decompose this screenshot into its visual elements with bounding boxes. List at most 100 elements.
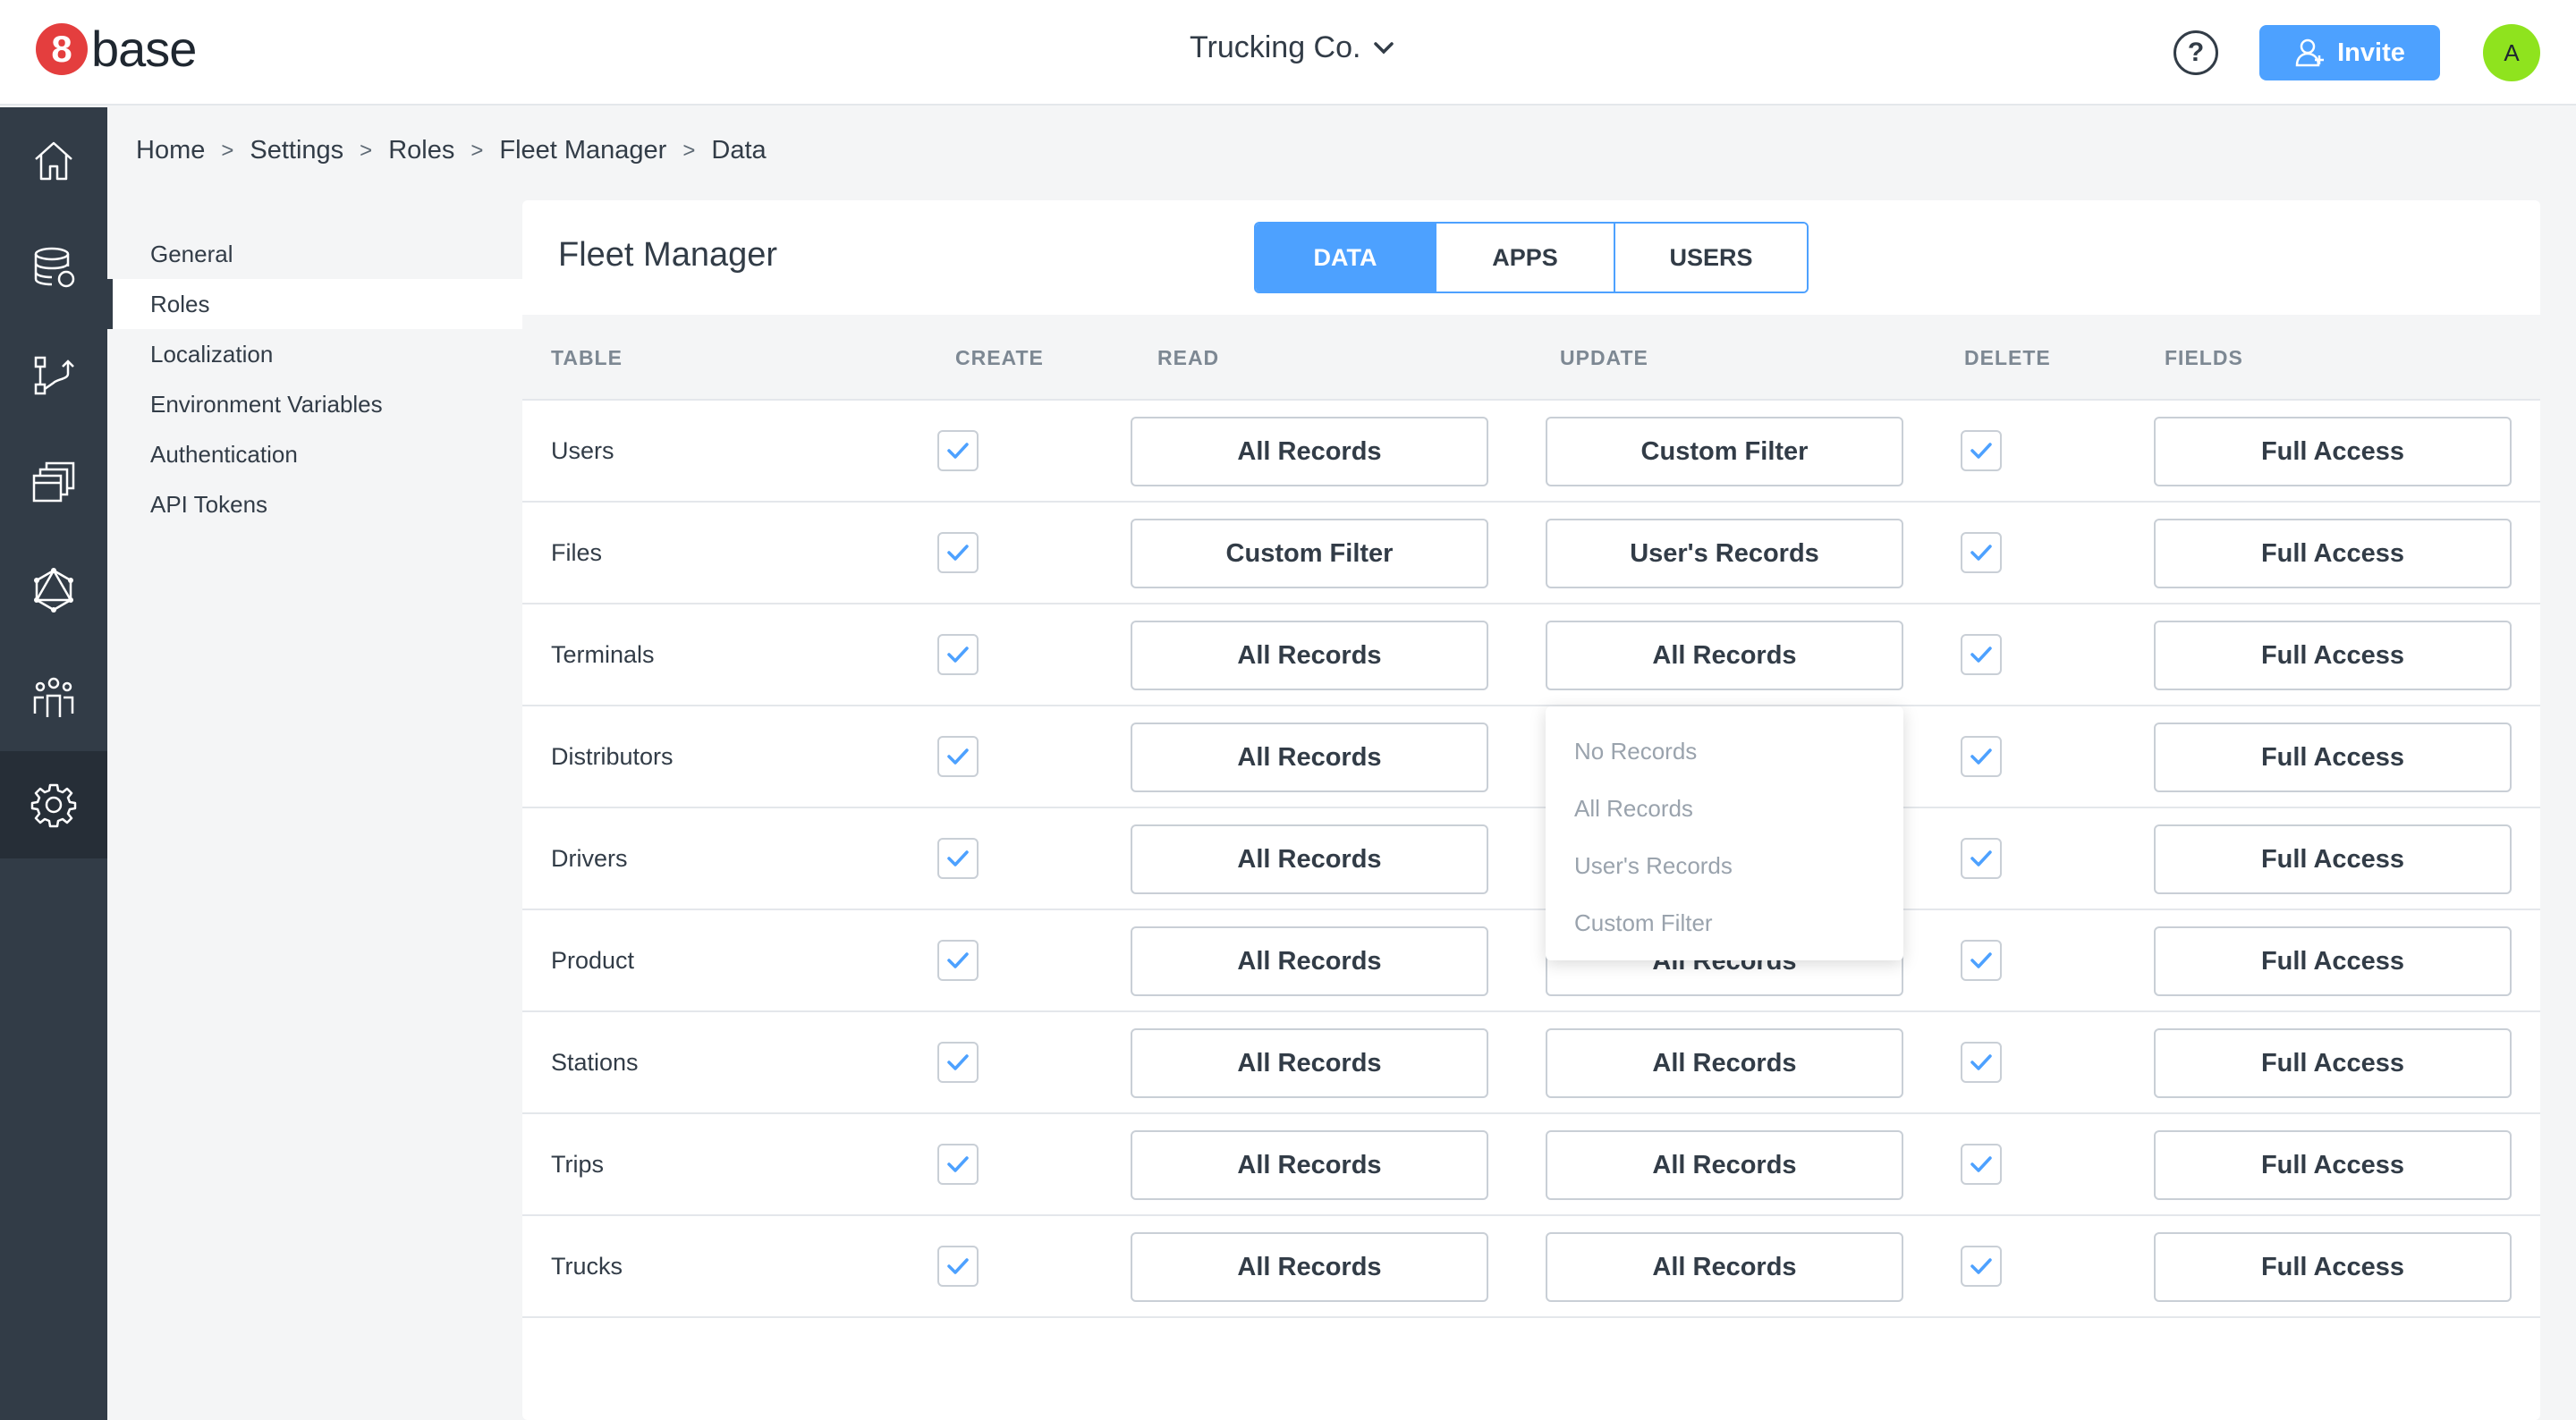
dropdown-option-custom-filter[interactable]: Custom Filter [1546,894,1903,951]
update-permission-select[interactable]: All Records [1546,1232,1903,1302]
delete-checkbox[interactable] [1961,1144,2002,1185]
create-checkbox[interactable] [937,1144,979,1185]
fields-permission-select[interactable]: Full Access [2154,1130,2512,1200]
checkmark-icon [947,545,969,561]
fields-permission-select[interactable]: Full Access [2154,519,2512,588]
delete-checkbox[interactable] [1961,532,2002,573]
read-permission-select[interactable]: All Records [1131,1232,1488,1302]
read-permission-select[interactable]: All Records [1131,824,1488,894]
nav-home[interactable] [0,107,107,215]
settings-item-localization[interactable]: Localization [107,329,522,379]
checkmark-icon [1970,952,1992,968]
create-checkbox[interactable] [937,940,979,981]
fields-permission-select[interactable]: Full Access [2154,723,2512,792]
create-checkbox[interactable] [937,532,979,573]
chevron-right-icon: > [360,138,373,163]
dropdown-option-no-records[interactable]: No Records [1546,723,1903,780]
logic-icon [34,356,74,395]
read-permission-select[interactable]: All Records [1131,1130,1488,1200]
create-checkbox[interactable] [937,736,979,777]
delete-checkbox[interactable] [1961,634,2002,675]
nav-apps[interactable] [0,429,107,537]
delete-checkbox[interactable] [1961,736,2002,777]
delete-checkbox[interactable] [1961,430,2002,471]
checkmark-icon [947,647,969,663]
dropdown-option-users-records[interactable]: User's Records [1546,837,1903,894]
read-permission-select[interactable]: All Records [1131,1028,1488,1098]
settings-item-general[interactable]: General [107,229,522,279]
update-permission-select[interactable]: Custom Filter [1546,417,1903,486]
checkmark-icon [1970,1156,1992,1172]
settings-item-environment-variables[interactable]: Environment Variables [107,379,522,429]
breadcrumb-home[interactable]: Home [136,136,205,165]
table-row: Stations All Records All Records Full Acces… [522,1012,2540,1114]
breadcrumb-fleet-manager[interactable]: Fleet Manager [499,136,666,165]
delete-checkbox[interactable] [1961,1042,2002,1083]
update-permission-select[interactable]: All Records [1546,621,1903,690]
settings-item-authentication[interactable]: Authentication [107,429,522,479]
left-nav [0,107,107,1420]
checkmark-icon [947,1156,969,1172]
update-permission-select[interactable]: All Records [1546,1130,1903,1200]
avatar[interactable]: A [2483,24,2540,81]
fields-permission-select[interactable]: Full Access [2154,621,2512,690]
create-checkbox[interactable] [937,838,979,879]
checkmark-icon [1970,748,1992,765]
table-header: TABLE CREATE READ UPDATE DELETE FIELDS [522,315,2540,401]
database-icon [34,247,75,288]
tab-apps[interactable]: APPS [1436,224,1615,292]
nav-users[interactable] [0,644,107,751]
checkmark-icon [1970,443,1992,459]
create-checkbox[interactable] [937,634,979,675]
update-permission-select[interactable]: All Records [1546,1028,1903,1098]
invite-button[interactable]: Invite [2259,25,2440,80]
fields-permission-select[interactable]: Full Access [2154,824,2512,894]
read-permission-select[interactable]: All Records [1131,926,1488,996]
fields-permission-select[interactable]: Full Access [2154,1232,2512,1302]
create-checkbox[interactable] [937,1246,979,1287]
table-row: Trucks All Records All Records Full Access [522,1216,2540,1318]
workspace-selector[interactable]: Trucking Co. [1190,30,1394,65]
table-name: Files [551,539,603,566]
workspace-name: Trucking Co. [1190,30,1361,64]
dropdown-option-all-records[interactable]: All Records [1546,780,1903,837]
nav-logic[interactable] [0,322,107,429]
read-permission-select[interactable]: All Records [1131,417,1488,486]
table-name: Product [551,947,635,974]
table-row: Terminals All Records All Records Full Acce… [522,604,2540,706]
read-permission-select[interactable]: All Records [1131,621,1488,690]
fields-permission-select[interactable]: Full Access [2154,1028,2512,1098]
page-title: Fleet Manager [558,236,778,274]
create-checkbox[interactable] [937,1042,979,1083]
logo-mark: 8 [36,22,88,75]
logo[interactable]: 8 base [36,20,197,78]
breadcrumb-settings[interactable]: Settings [250,136,343,165]
tab-data[interactable]: DATA [1256,224,1436,292]
checkmark-icon [947,850,969,866]
role-card: Fleet Manager DATA APPS USERS TABLE CREA… [522,200,2540,1420]
table-name: Terminals [551,641,655,668]
breadcrumb: Home > Settings > Roles > Fleet Manager … [136,136,767,165]
update-permission-select[interactable]: User's Records [1546,519,1903,588]
breadcrumb-roles[interactable]: Roles [388,136,454,165]
delete-checkbox[interactable] [1961,838,2002,879]
settings-item-api-tokens[interactable]: API Tokens [107,479,522,529]
checkmark-icon [947,443,969,459]
help-button[interactable]: ? [2174,30,2218,75]
nav-data[interactable] [0,215,107,322]
nav-graphql[interactable] [0,537,107,644]
fields-permission-select[interactable]: Full Access [2154,417,2512,486]
table-name: Distributors [551,743,674,770]
tab-bar: DATA APPS USERS [1254,222,1809,293]
create-checkbox[interactable] [937,430,979,471]
read-permission-select[interactable]: All Records [1131,723,1488,792]
read-permission-select[interactable]: Custom Filter [1131,519,1488,588]
checkmark-icon [1970,850,1992,866]
delete-checkbox[interactable] [1961,1246,2002,1287]
settings-item-roles[interactable]: Roles [107,279,522,329]
delete-checkbox[interactable] [1961,940,2002,981]
tab-users[interactable]: USERS [1615,224,1807,292]
top-header: 8 base Trucking Co. ? Invite A [0,0,2576,106]
nav-settings[interactable] [0,751,107,858]
fields-permission-select[interactable]: Full Access [2154,926,2512,996]
